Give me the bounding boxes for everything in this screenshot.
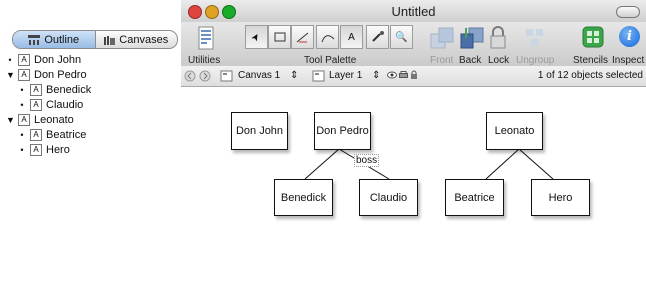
rectangle-icon bbox=[274, 32, 285, 42]
selection-tool-button[interactable]: ➤ bbox=[245, 25, 268, 49]
canvas-layer-bar: Canvas 1 ⇕ Layer 1 ⇕ 1 of 12 objects sel… bbox=[181, 66, 646, 87]
node-beatrice[interactable]: Beatrice bbox=[445, 179, 504, 216]
text-shape-icon: A bbox=[30, 144, 42, 156]
text-shape-icon: A bbox=[30, 99, 42, 111]
shape-tool-button[interactable] bbox=[268, 25, 291, 49]
inspect-label: Inspect bbox=[612, 55, 645, 66]
document-window: Untitled Utilities ➤ A 🔍 Tool Palette Fr… bbox=[181, 0, 646, 292]
node-leonato[interactable]: Leonato bbox=[486, 112, 543, 150]
forward-nav-icon[interactable] bbox=[199, 70, 211, 82]
tree-item-label: Don Pedro bbox=[34, 69, 87, 81]
diagram-canvas[interactable]: Don John Don Pedro Leonato Benedick Clau… bbox=[181, 87, 646, 292]
tree-item-label: Hero bbox=[46, 144, 70, 156]
tab-canvases[interactable]: Canvases bbox=[94, 31, 178, 48]
layer-lock-icon[interactable] bbox=[410, 70, 418, 79]
stencils-icon[interactable] bbox=[582, 26, 604, 50]
text-shape-icon: A bbox=[18, 54, 30, 66]
back-label: Back bbox=[459, 55, 482, 66]
utilities-label: Utilities bbox=[188, 55, 221, 66]
curve-icon bbox=[321, 35, 334, 43]
tab-outline-label: Outline bbox=[44, 33, 80, 46]
connector-leonato-beatrice bbox=[485, 148, 520, 180]
disclosure-triangle-icon[interactable]: ▼ bbox=[6, 115, 15, 125]
tree-item-leonato[interactable]: ▼ A Leonato bbox=[6, 113, 74, 127]
text-icon: A bbox=[348, 31, 355, 43]
tree-item-label: Benedick bbox=[46, 84, 92, 96]
node-claudio[interactable]: Claudio bbox=[359, 179, 418, 216]
text-shape-icon: A bbox=[30, 84, 42, 96]
tab-outline[interactable]: Outline bbox=[13, 31, 95, 48]
arrow-icon: ➤ bbox=[249, 30, 264, 44]
line-tool-button[interactable] bbox=[291, 25, 314, 49]
bezier-tool-button[interactable] bbox=[316, 25, 339, 49]
bullet: • bbox=[8, 55, 12, 65]
title-bar[interactable]: Untitled bbox=[181, 0, 646, 23]
tree-item-benedick[interactable]: • A Benedick bbox=[18, 83, 91, 97]
line-tool-icon bbox=[296, 32, 308, 43]
canvases-icon bbox=[104, 35, 116, 45]
text-shape-icon: A bbox=[18, 69, 30, 81]
tree-item-label: Leonato bbox=[34, 114, 74, 126]
inspect-icon[interactable]: i bbox=[619, 26, 640, 47]
canvas-selector[interactable]: Canvas 1 bbox=[238, 70, 280, 81]
selection-status: 1 of 12 objects selected bbox=[537, 70, 643, 81]
layer-stepper-icon[interactable]: ⇕ bbox=[372, 70, 380, 81]
lock-icon[interactable] bbox=[489, 26, 507, 50]
node-hero[interactable]: Hero bbox=[531, 179, 590, 216]
lock-label: Lock bbox=[488, 55, 510, 66]
connector-don-pedro-benedick bbox=[304, 148, 340, 180]
brush-icon bbox=[371, 31, 384, 42]
edge-label-boss[interactable]: boss bbox=[354, 154, 380, 167]
node-don-pedro[interactable]: Don Pedro bbox=[314, 112, 371, 150]
layer-selector[interactable]: Layer 1 bbox=[329, 70, 362, 81]
front-icon[interactable] bbox=[429, 26, 457, 50]
back-nav-icon[interactable] bbox=[184, 70, 196, 82]
utilities-icon[interactable] bbox=[196, 26, 216, 50]
outline-panel: Outline Canvases • A Don John ▼ A Don Pe… bbox=[0, 0, 182, 292]
front-label: Front bbox=[430, 55, 454, 66]
text-shape-icon: A bbox=[18, 114, 30, 126]
node-benedick[interactable]: Benedick bbox=[274, 179, 333, 216]
bullet: • bbox=[20, 130, 24, 140]
window-title: Untitled bbox=[391, 4, 436, 19]
toolbar-toggle-button[interactable] bbox=[616, 6, 640, 18]
printer-icon[interactable] bbox=[399, 71, 408, 79]
tree-item-don-pedro[interactable]: ▼ A Don Pedro bbox=[6, 68, 87, 82]
tab-canvases-label: Canvases bbox=[119, 33, 169, 46]
tree-item-claudio[interactable]: • A Claudio bbox=[18, 98, 83, 112]
text-shape-icon: A bbox=[30, 129, 42, 141]
tool-palette-label: Tool Palette bbox=[304, 55, 357, 66]
zoom-tool-button[interactable]: 🔍 bbox=[390, 25, 413, 49]
text-tool-button[interactable]: A bbox=[340, 25, 363, 49]
tree-item-label: Beatrice bbox=[46, 129, 87, 141]
back-icon[interactable] bbox=[459, 26, 485, 50]
canvas-stepper-icon[interactable]: ⇕ bbox=[290, 70, 298, 81]
info-glyph: i bbox=[627, 29, 632, 44]
magnifier-icon: 🔍 bbox=[395, 31, 408, 43]
toolbar: Utilities ➤ A 🔍 Tool Palette Front Back … bbox=[181, 22, 646, 66]
disclosure-triangle-icon[interactable]: ▼ bbox=[6, 70, 15, 80]
hierarchy-icon bbox=[28, 34, 41, 45]
bullet: • bbox=[20, 85, 24, 95]
connector-leonato-hero bbox=[518, 148, 554, 180]
style-brush-button[interactable] bbox=[366, 25, 389, 49]
tree-item-label: Don John bbox=[34, 54, 82, 66]
bullet: • bbox=[20, 145, 24, 155]
tree-item-label: Claudio bbox=[46, 99, 84, 111]
visibility-eye-icon[interactable] bbox=[387, 71, 397, 79]
ungroup-label: Ungroup bbox=[516, 55, 555, 66]
node-don-john[interactable]: Don John bbox=[231, 112, 288, 150]
layer-icon bbox=[312, 70, 325, 82]
ungroup-icon[interactable] bbox=[524, 26, 546, 50]
stencils-label: Stencils bbox=[573, 55, 609, 66]
outline-canvases-segmented-control: Outline Canvases bbox=[12, 30, 178, 49]
tree-item-beatrice[interactable]: • A Beatrice bbox=[18, 128, 86, 142]
tree-item-don-john[interactable]: • A Don John bbox=[6, 53, 81, 67]
bullet: • bbox=[20, 100, 24, 110]
tree-item-hero[interactable]: • A Hero bbox=[18, 143, 70, 157]
canvas-icon bbox=[220, 70, 233, 82]
